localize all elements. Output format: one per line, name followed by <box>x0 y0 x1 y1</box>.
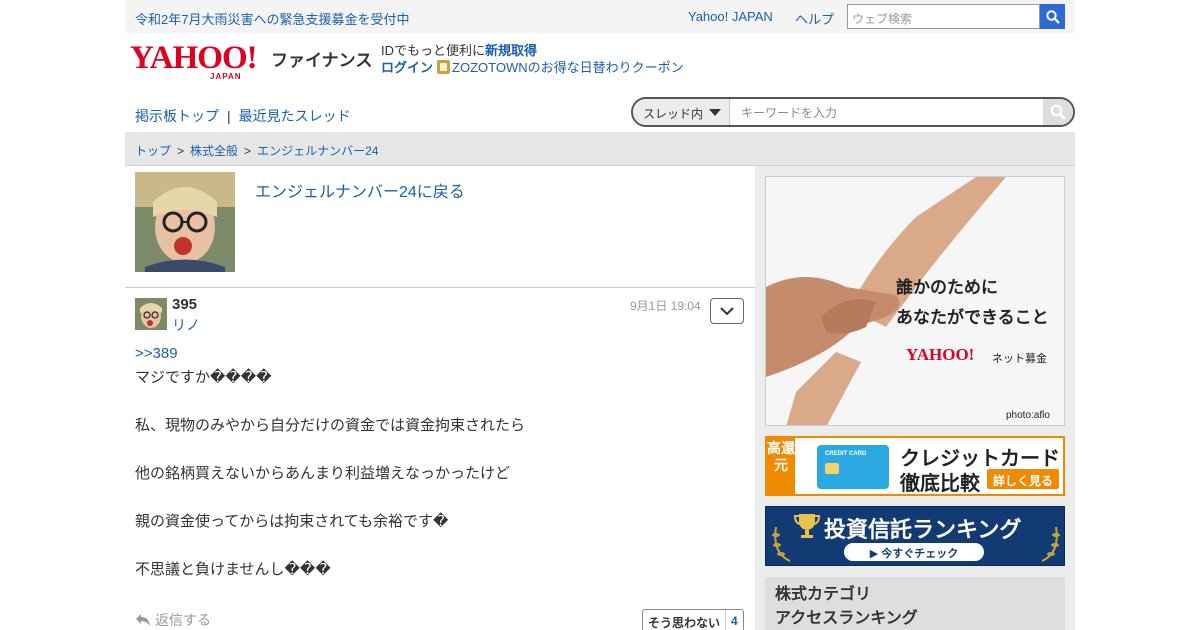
id-promo-text: IDでもっと便利に <box>381 43 486 58</box>
web-search-button[interactable] <box>1040 4 1065 29</box>
page: 令和2年7月大雨災害への緊急支援募金を受付中 Yahoo! JAPAN ヘルプ … <box>125 0 1075 630</box>
credit-card-icon: CREDIT CARD <box>817 445 889 489</box>
check-now-button[interactable]: ▶ 今すぐチェック <box>844 543 984 561</box>
board-nav: 掲示板トップ | 最近見たスレッド <box>135 106 351 126</box>
vote-count: 4 <box>731 614 738 628</box>
login-link[interactable]: ログイン <box>381 60 433 75</box>
ad-line-2: あなたができること <box>896 308 1049 327</box>
post-line: 親の資金使ってからは拘束されても余裕です� <box>135 513 449 530</box>
thread-search: スレッド内 キーワードを入力 <box>631 97 1075 127</box>
credit-card-ad[interactable]: 高還元 CREDIT CARD クレジットカード 徹底比較 詳しく見る <box>765 436 1065 496</box>
category-ranking-heading: 株式カテゴリ アクセスランキング <box>765 577 1065 630</box>
chevron-down-icon <box>720 307 734 316</box>
breadcrumb-top[interactable]: トップ <box>135 144 171 158</box>
ranking-title: 投資信託ランキング <box>824 517 1022 542</box>
board-top-link[interactable]: 掲示板トップ <box>135 108 219 124</box>
sidebar: 誰かのために あなたができること YAHOO! ネット募金 photo:aflo… <box>755 166 1075 630</box>
category-title: 株式カテゴリ <box>775 586 872 603</box>
web-search-input[interactable]: ウェブ検索 <box>847 4 1040 29</box>
yahoo-japan-link[interactable]: Yahoo! JAPAN <box>688 9 773 24</box>
access-ranking-title: アクセスランキング <box>775 610 918 627</box>
post-menu-button[interactable] <box>710 298 744 324</box>
reply-arrow-icon <box>136 614 150 626</box>
laurel-icon <box>1041 526 1060 562</box>
laurel-icon <box>772 526 791 562</box>
post-line: 私、現物のみやから自分だけの資金では資金拘束されたら <box>135 417 526 434</box>
search-scope-select[interactable]: スレッド内 <box>633 99 730 125</box>
reply-label: 返信する <box>155 612 211 628</box>
divider <box>125 287 755 288</box>
help-link[interactable]: ヘルプ <box>795 9 834 28</box>
handshake-image <box>766 177 1064 425</box>
details-button[interactable]: 詳しく見る <box>987 469 1059 489</box>
post-username[interactable]: リノ <box>172 315 200 335</box>
reply-button[interactable]: 返信する <box>135 610 211 630</box>
high-return-tag: 高還元 <box>767 438 795 494</box>
disagree-vote-button[interactable]: そう思わない 4 <box>642 609 744 630</box>
breadcrumb-separator: > <box>177 144 185 158</box>
reply-reference-link[interactable]: >>389 <box>135 342 525 366</box>
ad-logo: YAHOO! <box>906 345 975 364</box>
vote-label: そう思わない <box>643 610 727 630</box>
donation-ad[interactable]: 誰かのために あなたができること YAHOO! ネット募金 photo:aflo <box>765 176 1065 426</box>
nav-separator: | <box>227 108 231 124</box>
top-bar: 令和2年7月大雨災害への緊急支援募金を受付中 Yahoo! JAPAN ヘルプ … <box>125 0 1075 33</box>
post-number: 395 <box>172 296 198 313</box>
zozo-coupon-link[interactable]: ZOZOTOWNのお得な日替わりクーポン <box>452 60 684 75</box>
id-info: IDでもっと便利に新規取得 ログイン ZOZOTOWNのお得な日替わりクーポン <box>381 42 684 76</box>
post-body: >>389 マジですか���� 私、現物のみやから自分だけの資金では資金拘束され… <box>135 342 525 582</box>
coupon-icon <box>437 60 451 74</box>
ad-line-1: 誰かのために <box>896 278 998 297</box>
card-label: CREDIT CARD <box>825 451 867 457</box>
breadcrumb-board[interactable]: エンジェルナンバー24 <box>257 144 378 158</box>
post-line: 他の銘柄買えないからあんまり利益増えなっかったけど <box>135 465 511 482</box>
keyword-input[interactable]: キーワードを入力 <box>741 104 837 121</box>
post-line: マジですか���� <box>135 369 272 386</box>
search-icon <box>1050 104 1066 120</box>
main-content: エンジェルナンバー24に戻る 395 リノ 9月1日 19:04 >>389 マ… <box>125 166 755 630</box>
logo-sub: JAPAN <box>210 72 242 81</box>
breadcrumb-stocks[interactable]: 株式全般 <box>190 144 238 158</box>
search-scope-label: スレッド内 <box>643 107 704 121</box>
breadcrumb: トップ > 株式全般 > エンジェルナンバー24 <box>125 132 1075 166</box>
thread-search-button[interactable] <box>1043 99 1073 125</box>
avatar[interactable] <box>135 298 167 330</box>
photo-credit: photo:aflo <box>1006 410 1050 421</box>
disaster-fund-link[interactable]: 令和2年7月大雨災害への緊急支援募金を受付中 <box>135 9 409 28</box>
ad-card-subtitle: 徹底比較 <box>900 473 980 495</box>
board-image[interactable] <box>135 172 235 272</box>
breadcrumb-separator: > <box>244 144 252 158</box>
search-icon <box>1045 9 1060 24</box>
fund-ranking-ad[interactable]: 投資信託ランキング ▶ 今すぐチェック <box>765 506 1065 566</box>
post-date: 9月1日 19:04 <box>630 299 701 313</box>
ad-brand: ネット募金 <box>992 353 1047 365</box>
chevron-down-icon <box>709 109 721 116</box>
service-name: ファイナンス <box>271 51 373 70</box>
recent-threads-link[interactable]: 最近見たスレッド <box>239 108 351 124</box>
trophy-icon <box>794 514 820 538</box>
post-line: 不思議と負けませんし��� <box>135 561 331 578</box>
back-to-board-link[interactable]: エンジェルナンバー24に戻る <box>255 178 465 202</box>
register-link[interactable]: 新規取得 <box>485 43 537 58</box>
